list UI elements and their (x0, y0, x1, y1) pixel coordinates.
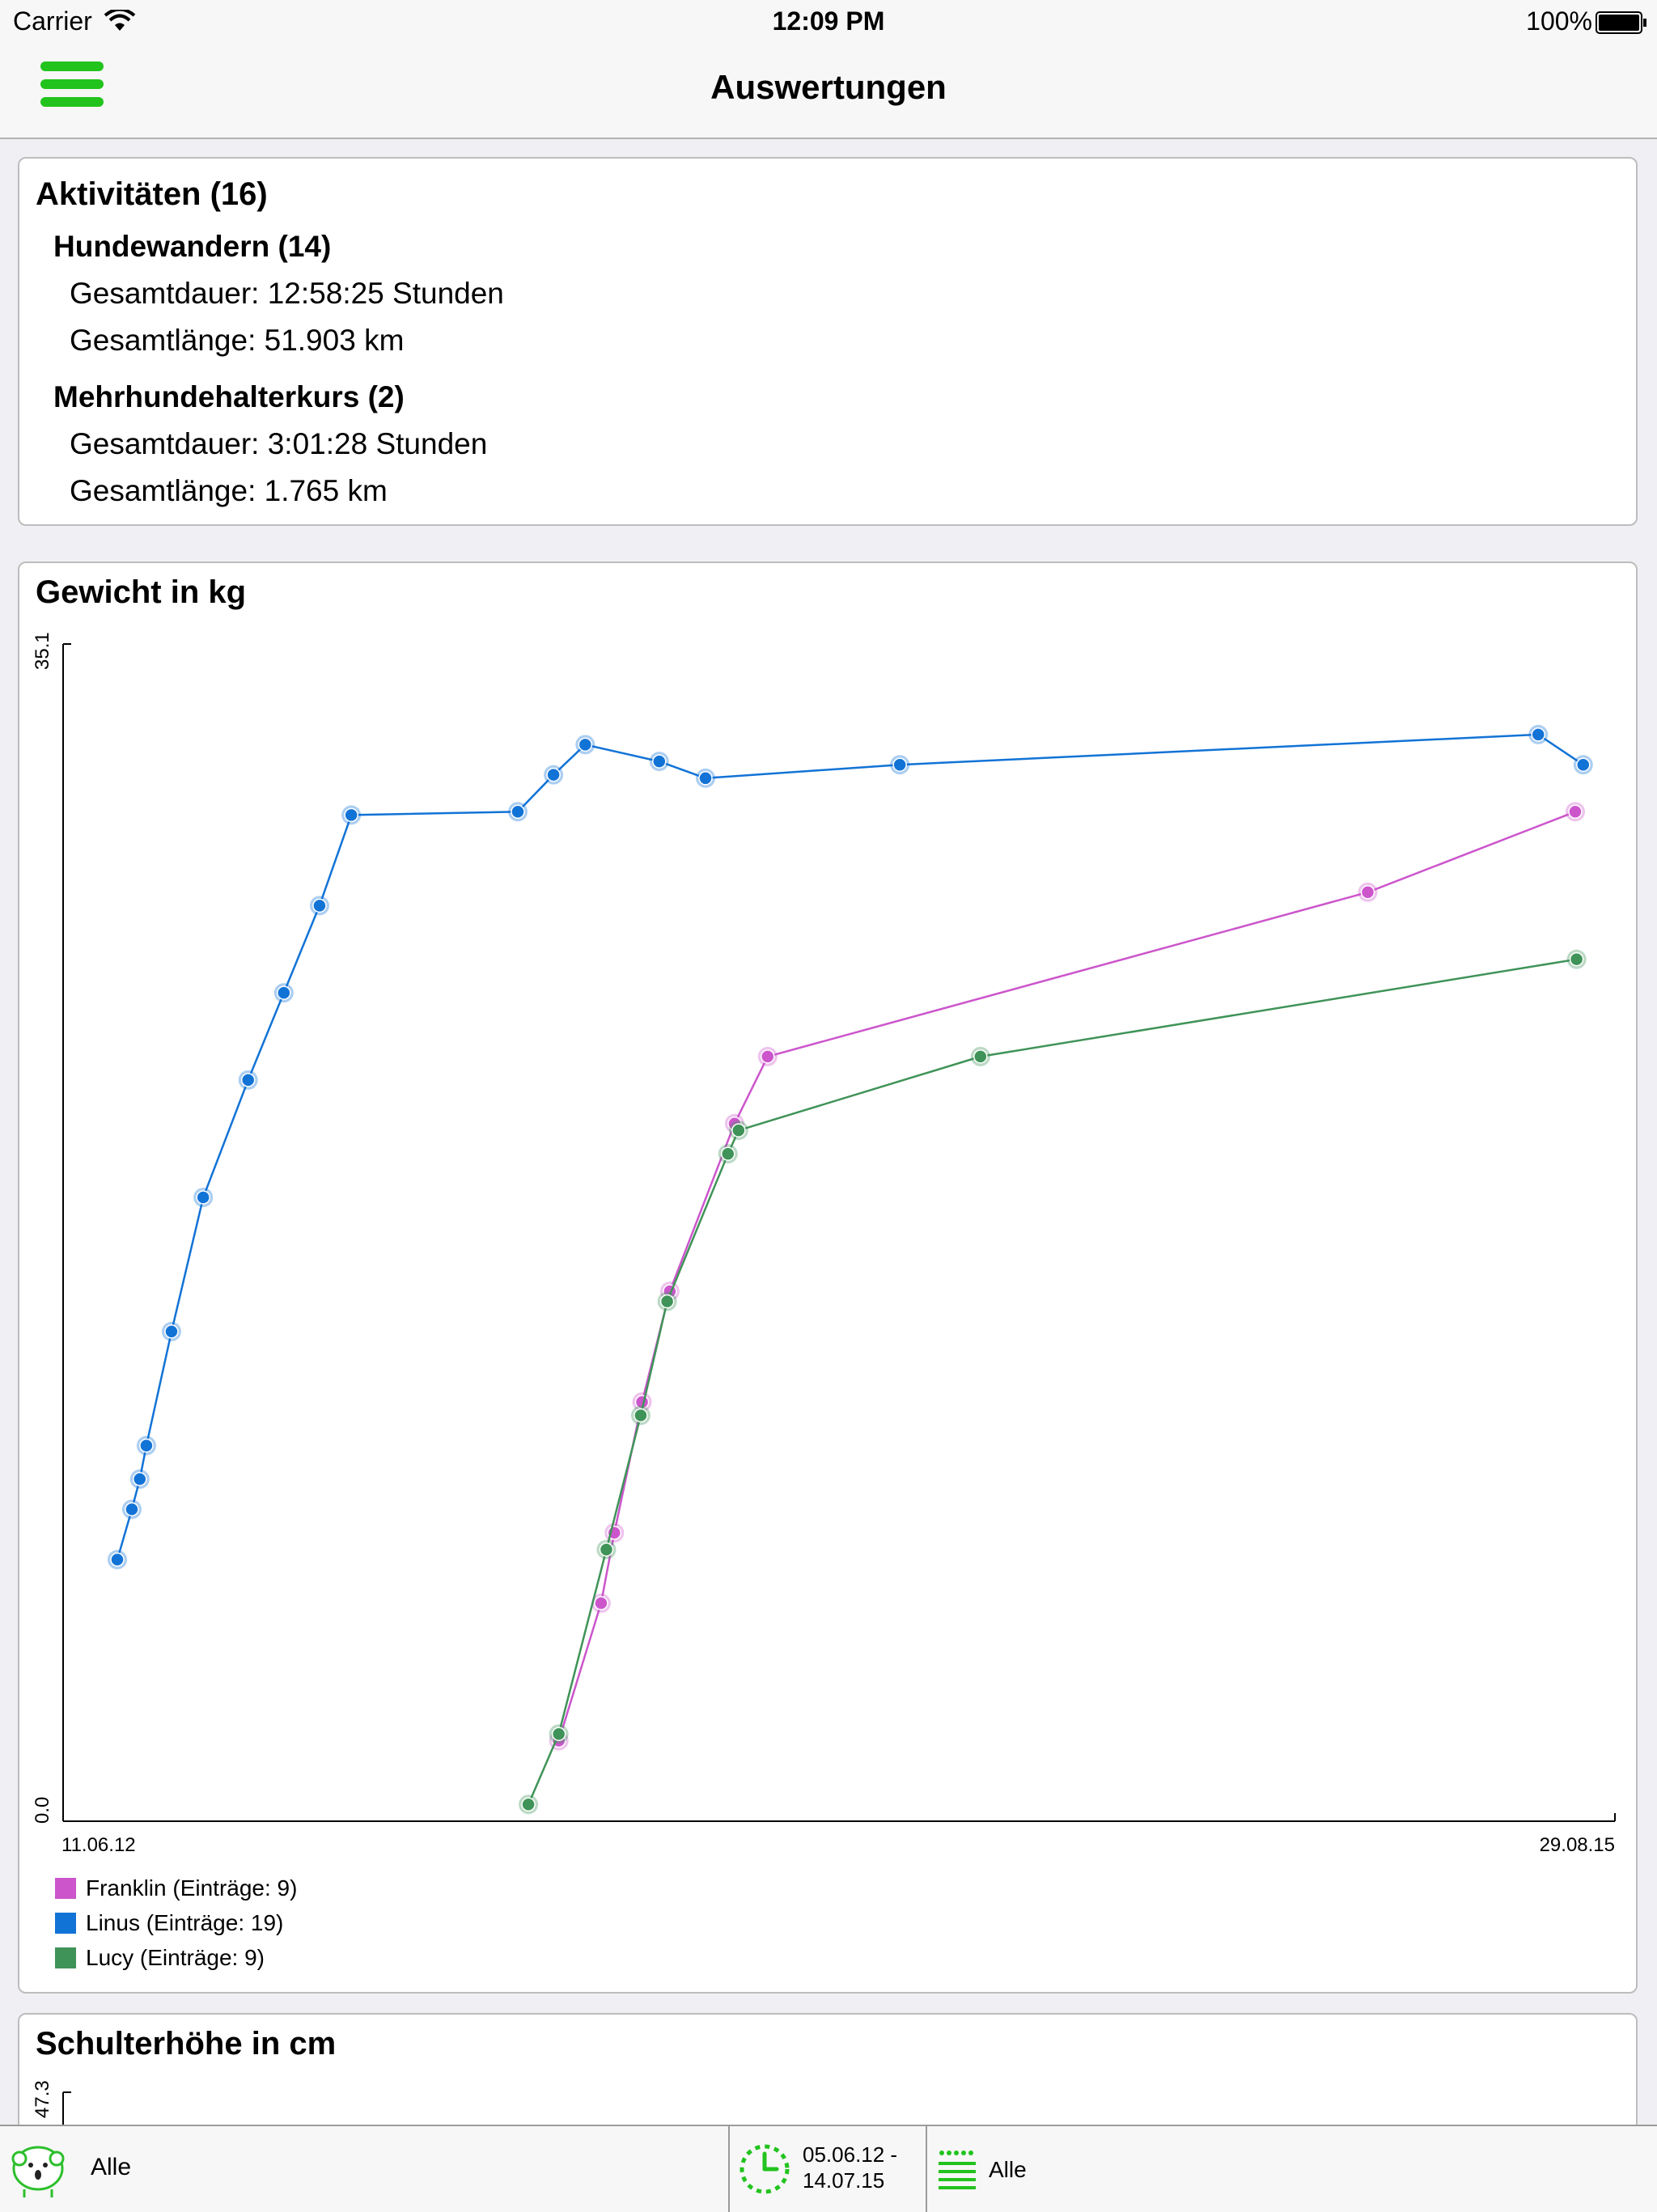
category-filter-button[interactable]: Alle (927, 2126, 1657, 2212)
battery-percent: 100% (1526, 6, 1592, 36)
data-point (1576, 757, 1591, 772)
data-point (652, 754, 667, 769)
data-point (1360, 885, 1375, 900)
data-point (139, 1438, 154, 1453)
activity-total-length: Gesamtlänge: 51.903 km (70, 324, 405, 357)
activity-total-duration: Gesamtdauer: 12:58:25 Stunden (70, 277, 504, 310)
data-point (634, 1408, 648, 1423)
activity-group-name: Hundewandern (14) (53, 230, 332, 263)
data-point (578, 737, 593, 752)
sheep-dog-icon (11, 2146, 65, 2197)
navigation-bar: Auswertungen (0, 44, 1657, 139)
legend-swatch (55, 1913, 76, 1934)
dog-filter-button[interactable]: Alle (0, 2126, 728, 2212)
data-point (599, 1542, 614, 1557)
data-point (110, 1552, 125, 1567)
series-line (116, 733, 1584, 1561)
data-point (125, 1502, 139, 1517)
data-point (1569, 951, 1584, 967)
data-point (240, 1073, 256, 1087)
data-point (721, 1146, 735, 1161)
x-tick-label-start: 11.06.12 (61, 1834, 136, 1856)
legend-label: Linus (Einträge: 19) (86, 1910, 284, 1935)
status-time: 12:09 PM (772, 6, 885, 36)
battery-icon (1596, 11, 1646, 34)
date-range-end: 14.07.15 (803, 2168, 885, 2193)
bottom-filter-bar: Alle 05.06.12 - 14.07.15 Alle (0, 2125, 1657, 2212)
y-tick-label-max: 35.1 (32, 632, 53, 670)
data-point (761, 1049, 775, 1064)
data-point (973, 1049, 988, 1064)
legend-swatch (55, 1878, 76, 1899)
legend-label: Franklin (Einträge: 9) (86, 1875, 298, 1901)
data-point (659, 1294, 675, 1309)
data-point (594, 1595, 608, 1611)
data-point (551, 1727, 566, 1741)
data-point (312, 898, 327, 913)
activities-card: Aktivitäten (16) Hundewandern (14) Gesam… (18, 157, 1638, 526)
weight-chart: 35.1 0.0 11.06.12 29.08.15 (32, 632, 1616, 1856)
date-range-start: 05.06.12 - (803, 2142, 898, 2167)
data-point (698, 771, 713, 786)
chart-axes (62, 643, 1616, 1822)
legend-label: Lucy (Einträge: 9) (86, 1945, 265, 1970)
data-point (731, 1123, 746, 1138)
y-tick-label-min: 0.0 (32, 1797, 53, 1824)
activity-total-duration: Gesamtdauer: 3:01:28 Stunden (70, 427, 488, 460)
activities-title: Aktivitäten (16) (36, 176, 268, 212)
data-point (196, 1190, 210, 1205)
data-point (1568, 804, 1583, 820)
data-point (546, 767, 561, 782)
list-icon (939, 2151, 976, 2189)
dog-filter-label: Alle (91, 2154, 132, 2180)
page-title: Auswertungen (710, 68, 947, 106)
data-point (133, 1472, 147, 1486)
legend-item-linus: Linus (Einträge: 19) (55, 1910, 283, 1936)
series-3 (519, 949, 1587, 1815)
legend-item-lucy: Lucy (Einträge: 9) (55, 1945, 265, 1971)
legend-item-franklin: Franklin (Einträge: 9) (55, 1875, 297, 1901)
x-tick-label-end: 29.08.15 (1540, 1834, 1615, 1856)
data-point (1531, 727, 1545, 742)
data-point (164, 1324, 179, 1339)
activity-group-name: Mehrhundehalterkurs (2) (53, 380, 405, 413)
series-line (557, 811, 1576, 1741)
category-filter-label: Alle (989, 2157, 1027, 2182)
date-range-button[interactable]: 05.06.12 - 14.07.15 (730, 2126, 926, 2212)
y-tick-label-max: 47.3 (32, 2080, 53, 2118)
data-point (521, 1797, 536, 1812)
clock-icon (740, 2144, 790, 2194)
series-2 (107, 724, 1593, 1570)
data-point (277, 985, 291, 1000)
data-point (892, 757, 907, 772)
activity-total-length: Gesamtlänge: 1.765 km (70, 474, 388, 507)
weight-chart-card: Gewicht in kg 35.1 0.0 11.06.12 29.08.15… (18, 561, 1638, 1994)
series-line (527, 958, 1577, 1805)
data-point (511, 804, 525, 820)
series-1 (549, 802, 1585, 1751)
series-layer (107, 724, 1593, 1815)
data-point (344, 807, 358, 823)
legend-swatch (55, 1947, 76, 1968)
status-bar: Carrier 12:09 PM 100% (0, 0, 1657, 44)
